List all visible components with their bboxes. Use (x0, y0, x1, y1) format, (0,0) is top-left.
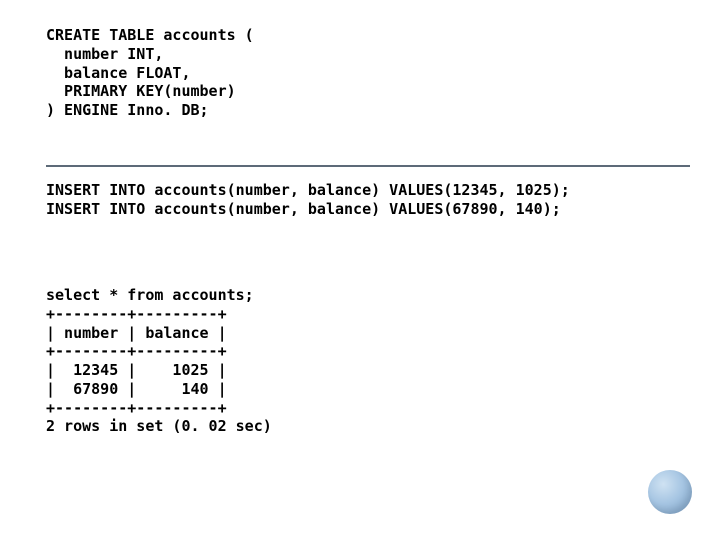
code-content: CREATE TABLE accounts ( number INT, bala… (46, 26, 700, 157)
slide: CREATE TABLE accounts ( number INT, bala… (0, 0, 720, 540)
select-output-block: select * from accounts; +--------+------… (46, 286, 272, 436)
insert-statements-block: INSERT INTO accounts(number, balance) VA… (46, 181, 570, 219)
divider-line (46, 165, 690, 167)
decorative-sphere-icon (648, 470, 692, 514)
create-table-block: CREATE TABLE accounts ( number INT, bala… (46, 26, 254, 120)
